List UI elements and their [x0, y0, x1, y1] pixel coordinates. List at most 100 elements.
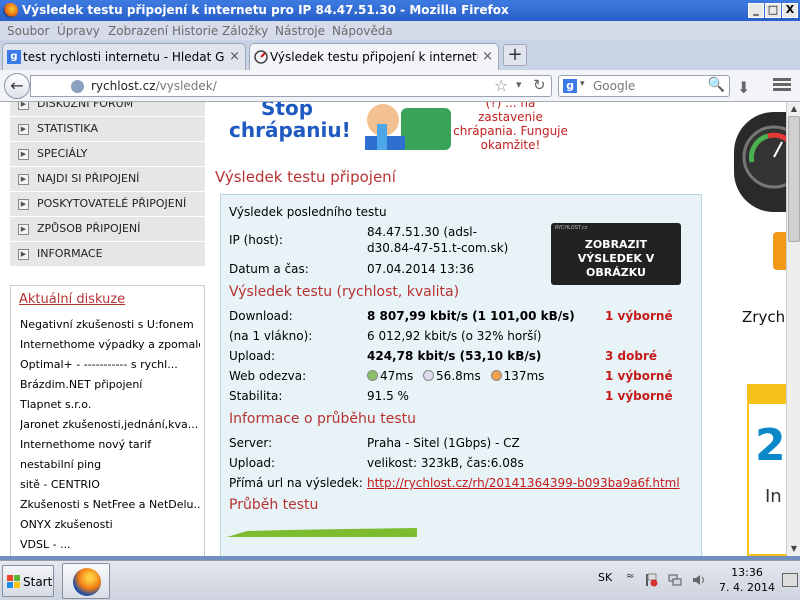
language-indicator[interactable]: SK: [598, 571, 612, 584]
page-title: Výsledek testu připojení: [215, 168, 396, 186]
menu-hamburger-icon[interactable]: [773, 76, 791, 94]
firefox-icon: [73, 568, 101, 596]
url-path: /vysledek/: [155, 79, 217, 93]
tab-result[interactable]: Výsledek testu připojení k internetu pro…: [249, 43, 499, 71]
discussion-item[interactable]: Jaronet zkušenosti,jednání,kva...: [20, 418, 200, 431]
menu-napoveda[interactable]: Nápověda: [332, 24, 393, 38]
download-value: 8 807,99 kbit/s (1 101,00 kB/s): [367, 309, 575, 323]
discussion-item[interactable]: Negativní zkušenosti s U:fonem: [20, 318, 200, 331]
show-hidden-icons-icon[interactable]: ≈: [626, 571, 634, 582]
new-tab-button[interactable]: +: [503, 44, 527, 66]
result-url-link[interactable]: http://rychlost.cz/rh/20141364399-b093ba…: [367, 476, 680, 490]
scroll-up-icon[interactable]: ▲: [787, 102, 800, 116]
clock[interactable]: 13:36 7. 4. 2014: [712, 565, 782, 595]
url-text[interactable]: rychlost.cz/vysledek/: [91, 79, 217, 93]
menu-nastroje[interactable]: Nástroje: [275, 24, 325, 38]
url-bar[interactable]: rychlost.cz/vysledek/ ☆ ▾ ↻: [30, 75, 552, 97]
sidebar-item-zpusob[interactable]: ▶ ZPŮSOB PŘIPOJENÍ: [10, 217, 205, 242]
ping-1: 47ms: [380, 369, 414, 383]
ad-sleeper-image: [365, 104, 451, 150]
discussion-title[interactable]: Aktuální diskuze: [19, 292, 125, 307]
discussion-item[interactable]: ONYX zkušenosti: [20, 518, 200, 531]
windows-flag-icon: [7, 575, 20, 588]
history-dropdown-icon[interactable]: ▾: [516, 78, 522, 91]
search-bar[interactable]: g ▾ Google 🔍: [558, 75, 730, 97]
ad-orange-button[interactable]: [773, 232, 786, 270]
flag-warning-icon[interactable]: [644, 573, 658, 587]
arrow-icon: ▶: [18, 249, 29, 260]
sidebar-item-specialy[interactable]: ▶ SPECIÁLY: [10, 142, 205, 167]
sidebar-item-najdi[interactable]: ▶ NAJDI SI PŘIPOJENÍ: [10, 167, 205, 192]
date-label: Datum a čas:: [229, 262, 309, 276]
last-test-heading: Výsledek posledního testu: [229, 205, 387, 219]
ad-banner[interactable]: Stop chrápaniu! (?) ... na zastavenie ch…: [213, 102, 689, 152]
reload-icon[interactable]: ↻: [533, 76, 546, 94]
menu-zalozky[interactable]: Záložky: [222, 24, 268, 38]
server-value: Praha - Sitel (1Gbps) - CZ: [367, 436, 520, 450]
yellow-ad-text: In: [765, 486, 782, 507]
firefox-icon: [3, 3, 18, 18]
back-button[interactable]: ←: [4, 73, 30, 99]
show-desktop-button[interactable]: [782, 573, 798, 587]
minimize-button[interactable]: _: [748, 3, 764, 18]
discussion-item[interactable]: Optimal+ - ----------- s rychl...: [20, 358, 200, 371]
search-icon[interactable]: 🔍: [708, 77, 725, 93]
download-icon[interactable]: ⬇: [737, 78, 750, 97]
ad-text: (?) ... na zastavenie chrápania. Funguje…: [453, 102, 568, 152]
show-image-result-button[interactable]: RYCHLOST.cz ZOBRAZIT VÝSLEDEK V OBRÁZKU: [551, 223, 681, 285]
tab-close-icon[interactable]: ×: [482, 49, 493, 64]
single-thread-label: (na 1 vlákno):: [229, 329, 313, 343]
bookmark-star-icon[interactable]: ☆: [494, 76, 508, 95]
single-thread-value: 6 012,92 kbit/s (o 32% horší): [367, 329, 542, 343]
discussion-item[interactable]: Tlapnet s.r.o.: [20, 398, 200, 411]
volume-icon[interactable]: [692, 573, 706, 587]
maximize-button[interactable]: □: [765, 3, 781, 18]
network-icon[interactable]: [668, 573, 682, 587]
image-button-label: ZOBRAZIT VÝSLEDEK V OBRÁZKU: [577, 238, 655, 279]
tab-close-icon[interactable]: ×: [229, 49, 240, 64]
upload-size-value: velikost: 323kB, čas:6.08s: [367, 456, 524, 470]
discussion-item[interactable]: Internethome nový tarif: [20, 438, 200, 451]
speed-gauge-image: [734, 112, 786, 212]
menu-zobrazeni[interactable]: Zobrazení: [108, 24, 168, 38]
rychlost-favicon-icon: [254, 50, 268, 64]
discussion-item[interactable]: nestabilní ping: [20, 458, 200, 471]
discussion-item[interactable]: Zkušenosti s NetFree a NetDelu...: [20, 498, 200, 511]
discussion-item[interactable]: VDSL - ...: [20, 538, 200, 551]
start-button[interactable]: Start: [2, 565, 54, 597]
upload-size-label: Upload:: [229, 456, 276, 470]
result-url-label: Přímá url na výsledek:: [229, 476, 363, 490]
google-icon[interactable]: g: [563, 79, 577, 93]
close-button[interactable]: X: [782, 3, 798, 18]
discussion-panel: Aktuální diskuze Negativní zkušenosti s …: [10, 285, 205, 556]
menu-upravy[interactable]: Úpravy: [57, 24, 100, 38]
result-panel: Výsledek posledního testu IP (host): 84.…: [220, 194, 702, 556]
scroll-down-icon[interactable]: ▼: [787, 542, 800, 556]
scrollbar-thumb[interactable]: [788, 116, 800, 242]
engine-dropdown-icon[interactable]: ▾: [580, 79, 585, 89]
discussion-item[interactable]: sitě - CENTRIO: [20, 478, 200, 491]
ping-2: 56.8ms: [436, 369, 481, 383]
right-ad-column[interactable]: Zrych 2 In: [717, 102, 786, 556]
sidebar-item-forum[interactable]: ▶ DISKUZNÍ FÓRUM: [10, 102, 205, 117]
yellow-ad[interactable]: 2 In: [747, 384, 786, 556]
sidebar-item-statistika[interactable]: ▶ STATISTIKA: [10, 117, 205, 142]
divider: [212, 162, 707, 163]
image-brand: RYCHLOST.cz: [555, 225, 588, 231]
vertical-scrollbar[interactable]: ▲ ▼: [786, 102, 800, 556]
discussion-item[interactable]: Brázdim.NET připojení: [20, 378, 200, 391]
menu-historie[interactable]: Historie: [172, 24, 218, 38]
menu-soubor[interactable]: Soubor: [7, 24, 49, 38]
ping-values: 47ms 56.8ms 137ms: [367, 369, 544, 383]
arrow-icon: ▶: [18, 102, 29, 110]
taskbar-firefox-button[interactable]: [62, 563, 110, 599]
stability-value: 91.5 %: [367, 389, 409, 403]
yellow-ad-number: 2: [755, 420, 786, 471]
sidebar-item-informace[interactable]: ▶ INFORMACE: [10, 242, 205, 267]
tab-google-search[interactable]: g test rychlosti internetu - Hledat Goog…: [2, 43, 246, 70]
sidebar-item-label: SPECIÁLY: [37, 147, 88, 160]
url-host: rychlost.cz: [91, 79, 156, 93]
discussion-item[interactable]: Internethome výpadky a zpomale...: [20, 338, 200, 351]
server-label: Server:: [229, 436, 273, 450]
sidebar-item-poskytovatele[interactable]: ▶ POSKYTOVATELÉ PŘIPOJENÍ: [10, 192, 205, 217]
